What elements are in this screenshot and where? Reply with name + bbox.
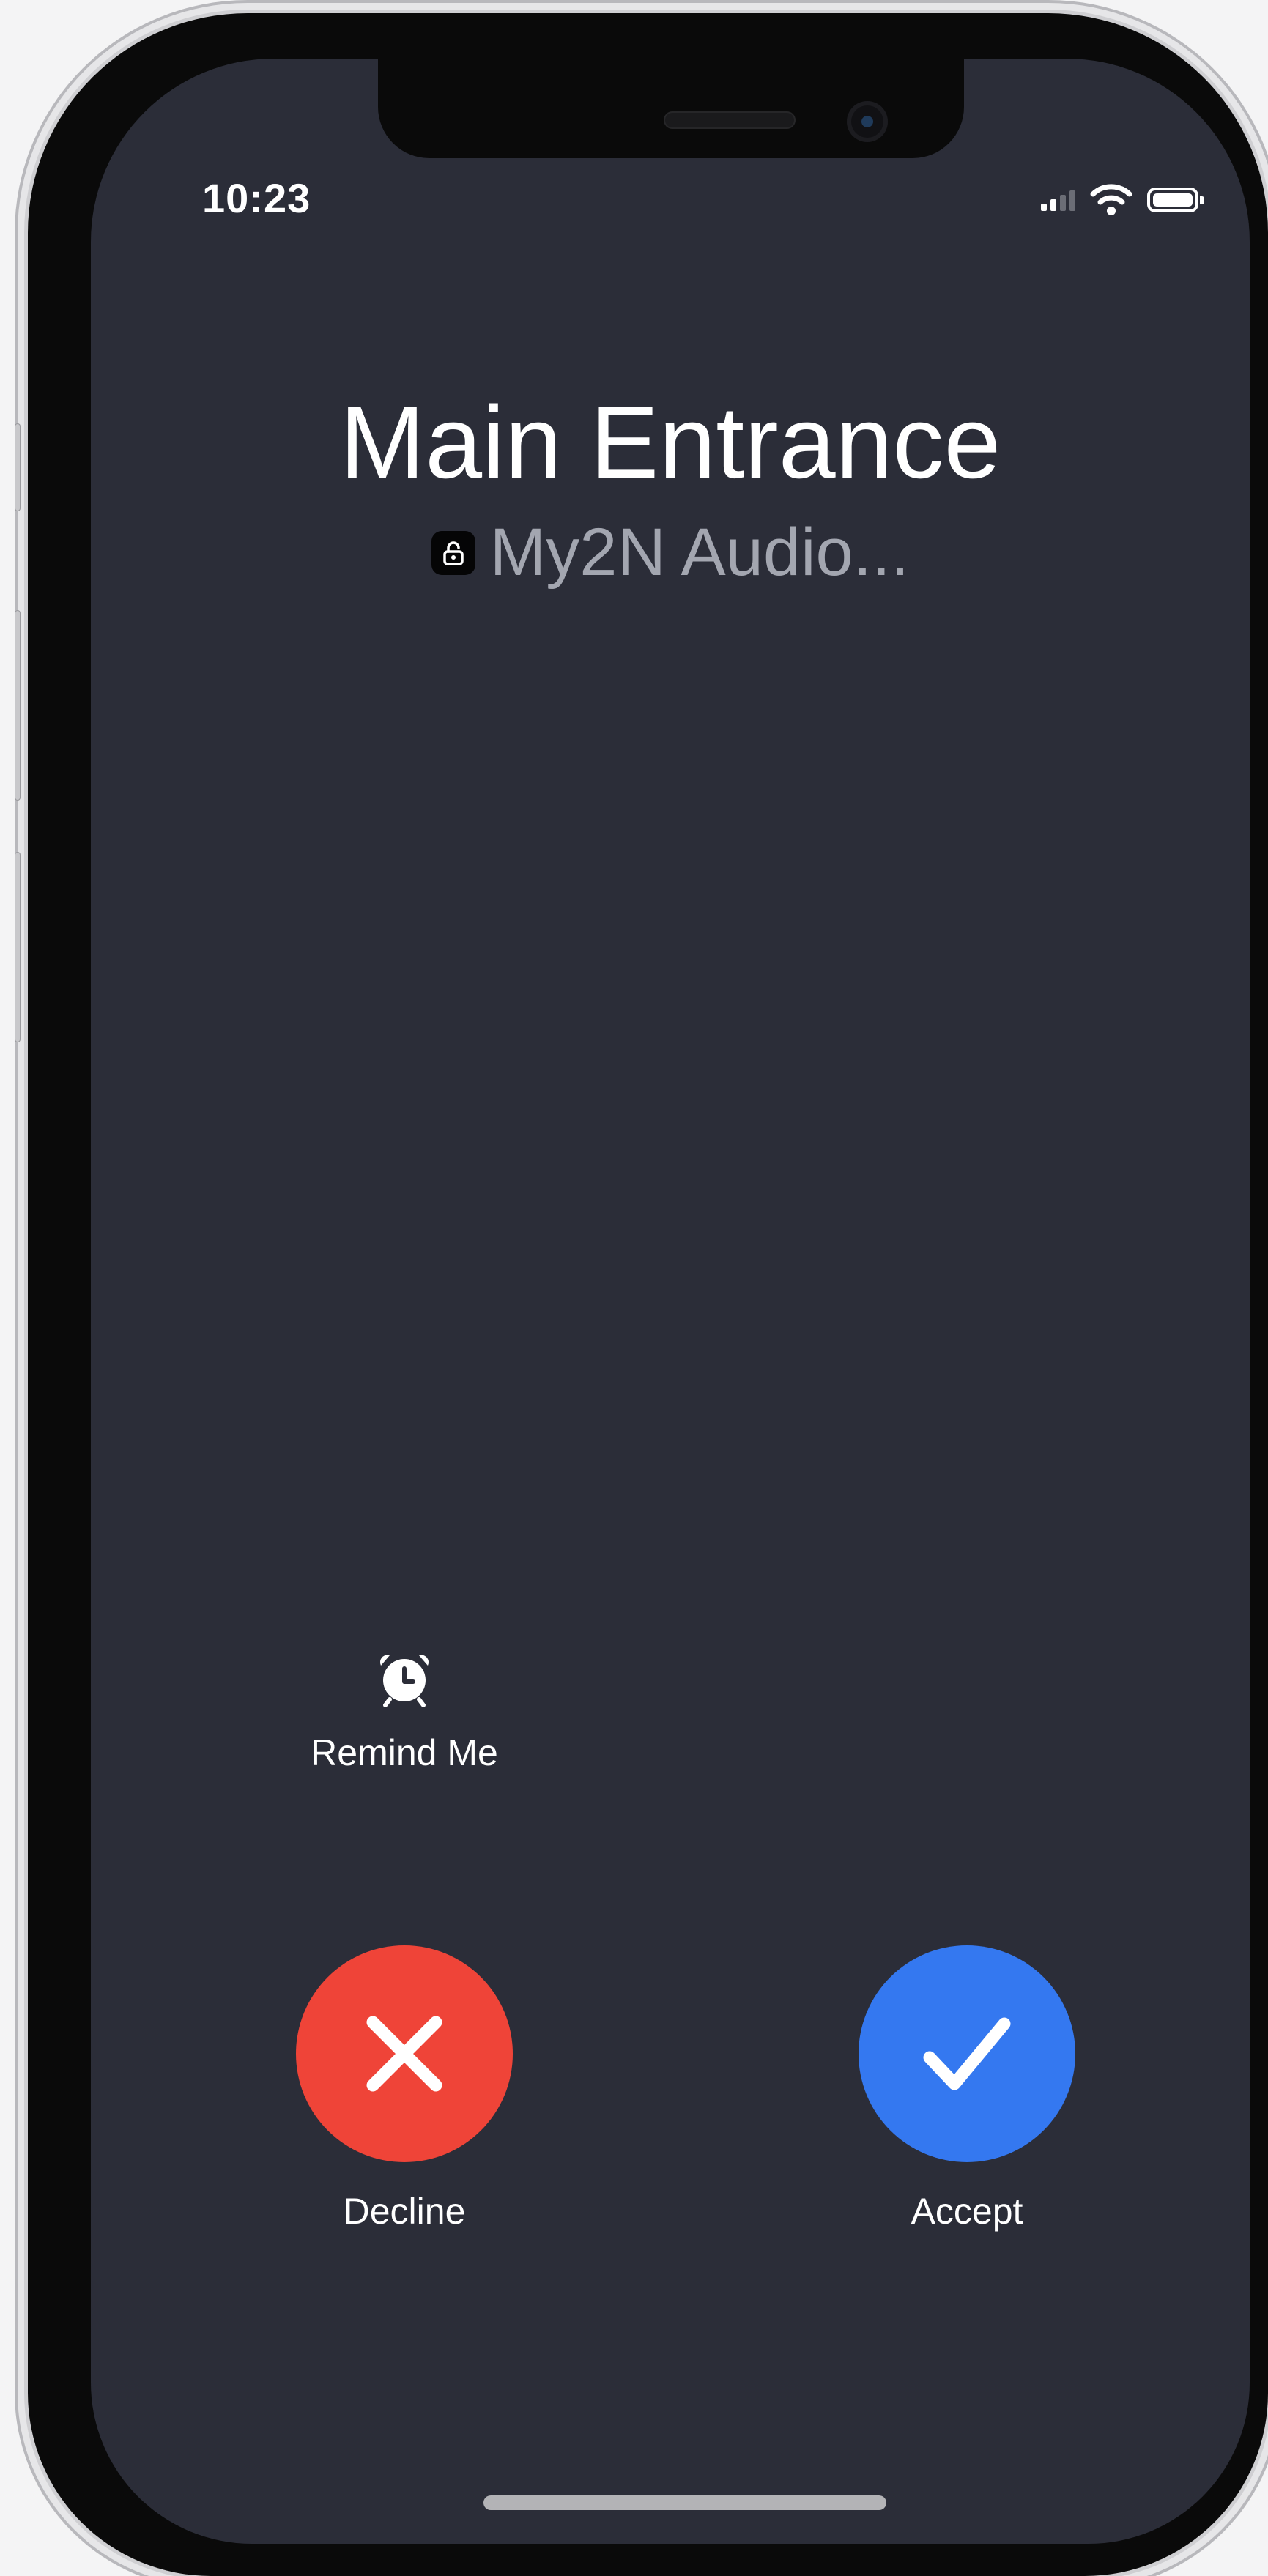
close-icon	[366, 2016, 442, 2092]
app-source: My2N Audio...	[91, 514, 1250, 591]
earpiece-speaker	[664, 111, 796, 129]
decline-action: Decline	[294, 1945, 514, 2232]
decline-label: Decline	[343, 2191, 466, 2232]
volume-down-button	[15, 852, 21, 1042]
lock-icon	[431, 530, 475, 575]
battery-icon	[1147, 188, 1204, 212]
caller-name: Main Entrance	[339, 385, 1001, 500]
phone-frame: 10:23 Main Entrance My2N Audio... Remind…	[15, 13, 1268, 2576]
app-name: My2N Audio...	[489, 515, 910, 590]
remind-me-label: Remind Me	[311, 1732, 498, 1773]
signal-icon	[1041, 189, 1075, 211]
volume-up-button	[15, 610, 21, 801]
alarm-clock-icon	[379, 1655, 429, 1707]
notch	[378, 59, 964, 158]
accept-button[interactable]	[859, 1945, 1075, 2162]
status-time: 10:23	[202, 175, 311, 221]
wifi-icon	[1090, 184, 1132, 215]
checkmark-icon	[923, 2017, 1011, 2090]
front-camera	[847, 101, 888, 142]
home-indicator[interactable]	[483, 2495, 886, 2510]
decline-button[interactable]	[296, 1945, 513, 2162]
call-screen: 10:23 Main Entrance My2N Audio... Remind…	[91, 59, 1250, 2544]
silent-switch	[15, 423, 21, 511]
accept-action: Accept	[857, 1945, 1077, 2232]
remind-me-button[interactable]: Remind Me	[294, 1648, 514, 1774]
accept-label: Accept	[911, 2191, 1023, 2232]
status-icons	[1041, 180, 1204, 220]
